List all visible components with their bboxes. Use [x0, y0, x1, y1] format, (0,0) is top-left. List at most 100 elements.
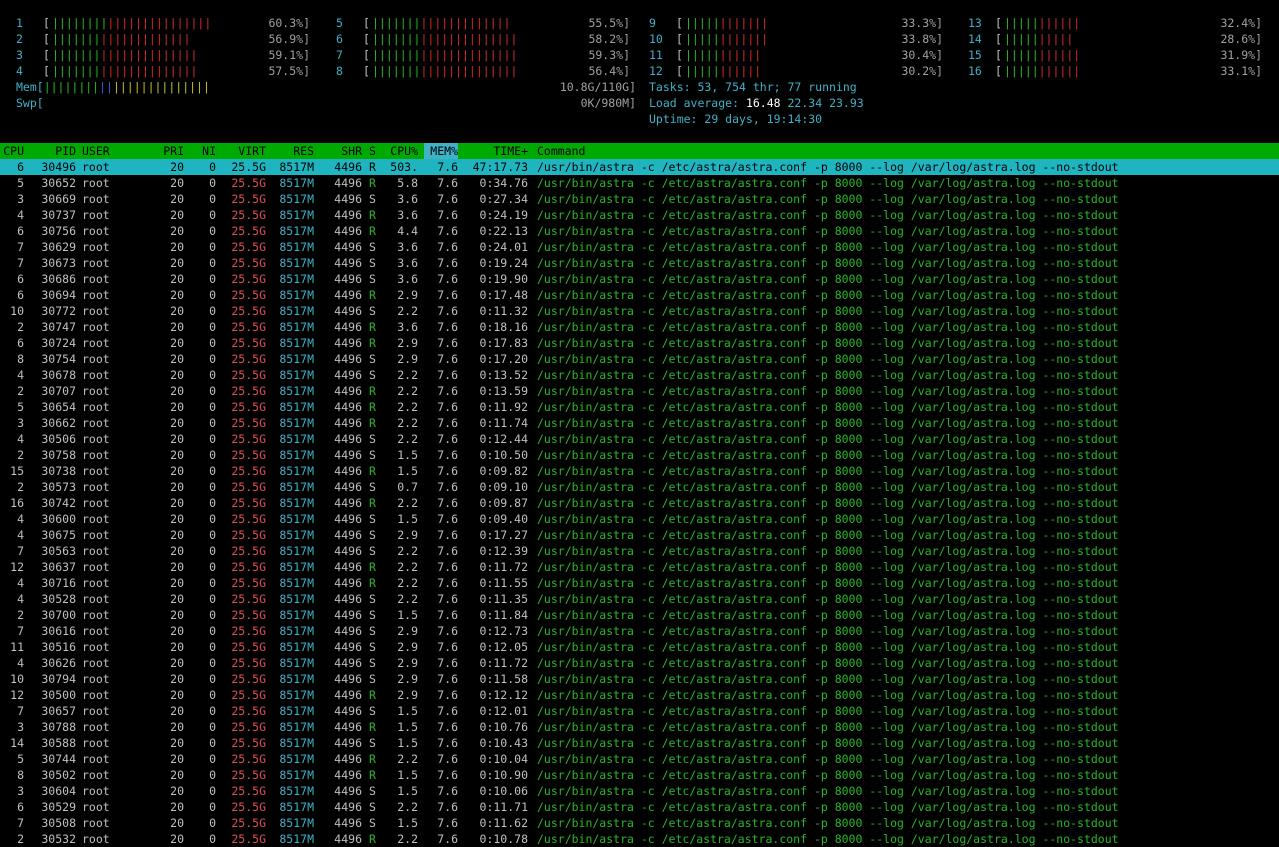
- cell-state: R: [369, 416, 376, 430]
- col-cpu-percent[interactable]: CPU%: [384, 143, 418, 159]
- table-row[interactable]: 5 30654 root 20 0 25.5G 8517M 4496 R 2.2 7.6 0:11.9…: [0, 399, 1279, 415]
- load-average-1: 16.48: [745, 96, 781, 110]
- col-virt[interactable]: VIRT: [224, 143, 266, 159]
- table-row[interactable]: 8 30502 root 20 0 25.5G 8517M 4496 R 1.5 7.6 0:10.9…: [0, 767, 1279, 783]
- cell-shr: 4496: [334, 432, 362, 446]
- table-row[interactable]: 7 30563 root 20 0 25.5G 8517M 4496 S 2.2 7.6 0:12.3…: [0, 543, 1279, 559]
- cell-ni: 0: [209, 176, 216, 190]
- table-row[interactable]: 7 30629 root 20 0 25.5G 8517M 4496 S 3.6 7.6 0:24.0…: [0, 239, 1279, 255]
- col-command[interactable]: Command: [537, 143, 585, 159]
- cpu-meter-label: 4: [16, 64, 23, 78]
- table-row[interactable]: 4 30626 root 20 0 25.5G 8517M 4496 S 2.9 7.6 0:11.7…: [0, 655, 1279, 671]
- cell-cpu: 8: [17, 352, 24, 366]
- cell-shr: 4496: [334, 384, 362, 398]
- table-row[interactable]: 4 30678 root 20 0 25.5G 8517M 4496 S 2.2 7.6 0:13.5…: [0, 367, 1279, 383]
- cpu-meter-11: 11 [||||||||||| 30.4%]: [633, 47, 943, 63]
- cell-virt: 25.5G: [231, 368, 266, 382]
- col-cpu[interactable]: CPU: [0, 143, 24, 159]
- table-row[interactable]: 14 30588 root 20 0 25.5G 8517M 4496 S 1.5 7.6 0:10.…: [0, 735, 1279, 751]
- cell-virt: 25.5G: [231, 432, 266, 446]
- col-user[interactable]: USER: [82, 143, 110, 159]
- table-row[interactable]: 3 30669 root 20 0 25.5G 8517M 4496 S 3.6 7.6 0:27.3…: [0, 191, 1279, 207]
- table-row[interactable]: 4 30528 root 20 0 25.5G 8517M 4496 S 2.2 7.6 0:11.3…: [0, 591, 1279, 607]
- col-time[interactable]: TIME+: [464, 143, 528, 159]
- table-row[interactable]: 2 30758 root 20 0 25.5G 8517M 4496 S 1.5 7.6 0:10.5…: [0, 447, 1279, 463]
- table-row[interactable]: 11 30516 root 20 0 25.5G 8517M 4496 S 2.9 7.6 0:12.…: [0, 639, 1279, 655]
- cell-pri: 20: [170, 464, 184, 478]
- table-row-selected[interactable]: 6 30496 root 20 0 25.5G 8517M 4496 R 503. 7.6 47:17…: [0, 159, 1279, 175]
- table-row[interactable]: 4 30737 root 20 0 25.5G 8517M 4496 R 3.6 7.6 0:24.1…: [0, 207, 1279, 223]
- col-shr[interactable]: SHR: [326, 143, 362, 159]
- cell-mem-percent: 7.6: [437, 432, 458, 446]
- col-ni[interactable]: NI: [190, 143, 216, 159]
- table-row[interactable]: 6 30686 root 20 0 25.5G 8517M 4496 S 3.6 7.6 0:19.9…: [0, 271, 1279, 287]
- cell-user: root: [82, 656, 110, 670]
- cpu-meter-bracket: [: [43, 64, 50, 78]
- cell-command: /usr/bin/astra -c /etc/astra/astra.conf …: [537, 624, 1119, 638]
- table-row[interactable]: 6 30724 root 20 0 25.5G 8517M 4496 R 2.9 7.6 0:17.8…: [0, 335, 1279, 351]
- col-mem-percent[interactable]: MEM%: [424, 143, 458, 159]
- cell-time: 0:10.90: [479, 768, 528, 782]
- col-res[interactable]: RES: [272, 143, 314, 159]
- table-row[interactable]: 12 30637 root 20 0 25.5G 8517M 4496 R 2.2 7.6 0:11.…: [0, 559, 1279, 575]
- table-row[interactable]: 5 30744 root 20 0 25.5G 8517M 4496 R 2.2 7.6 0:10.0…: [0, 751, 1279, 767]
- cell-time: 0:27.34: [479, 192, 528, 206]
- cell-res: 8517M: [279, 208, 314, 222]
- cell-pri: 20: [170, 704, 184, 718]
- table-row[interactable]: 10 30794 root 20 0 25.5G 8517M 4496 S 2.9 7.6 0:11.…: [0, 671, 1279, 687]
- table-row[interactable]: 2 30707 root 20 0 25.5G 8517M 4496 R 2.2 7.6 0:13.5…: [0, 383, 1279, 399]
- table-row[interactable]: 2 30747 root 20 0 25.5G 8517M 4496 R 3.6 7.6 0:18.1…: [0, 319, 1279, 335]
- table-row[interactable]: 7 30508 root 20 0 25.5G 8517M 4496 S 1.5 7.6 0:11.6…: [0, 815, 1279, 831]
- cell-ni: 0: [209, 336, 216, 350]
- cpu-meter-percent: 58.2%]: [588, 32, 630, 46]
- table-row[interactable]: 5 30652 root 20 0 25.5G 8517M 4496 R 5.8 7.6 0:34.7…: [0, 175, 1279, 191]
- cell-pri: 20: [170, 400, 184, 414]
- table-row[interactable]: 4 30716 root 20 0 25.5G 8517M 4496 R 2.2 7.6 0:11.5…: [0, 575, 1279, 591]
- col-pid[interactable]: PID: [26, 143, 76, 159]
- table-row[interactable]: 15 30738 root 20 0 25.5G 8517M 4496 R 1.5 7.6 0:09.…: [0, 463, 1279, 479]
- cell-cpu-percent: 1.5: [397, 464, 418, 478]
- cell-state: S: [369, 800, 376, 814]
- table-row[interactable]: 3 30788 root 20 0 25.5G 8517M 4496 R 1.5 7.6 0:10.7…: [0, 719, 1279, 735]
- col-pri[interactable]: PRI: [150, 143, 184, 159]
- cell-mem-percent: 7.6: [437, 608, 458, 622]
- table-row[interactable]: 12 30500 root 20 0 25.5G 8517M 4496 R 2.9 7.6 0:12.…: [0, 687, 1279, 703]
- cpu-meter-percent: 57.5%]: [268, 64, 310, 78]
- cell-ni: 0: [209, 352, 216, 366]
- cell-ni: 0: [209, 528, 216, 542]
- cell-virt: 25.5G: [231, 272, 266, 286]
- cell-cpu: 7: [17, 704, 24, 718]
- cell-virt: 25.5G: [231, 736, 266, 750]
- cell-command: /usr/bin/astra -c /etc/astra/astra.conf …: [537, 496, 1119, 510]
- table-row[interactable]: 3 30604 root 20 0 25.5G 8517M 4496 S 1.5 7.6 0:10.0…: [0, 783, 1279, 799]
- cell-virt: 25.5G: [231, 240, 266, 254]
- cell-time: 0:22.13: [479, 224, 528, 238]
- cell-res: 8517M: [279, 416, 314, 430]
- table-row[interactable]: 4 30675 root 20 0 25.5G 8517M 4496 S 2.9 7.6 0:17.2…: [0, 527, 1279, 543]
- cell-ni: 0: [209, 304, 216, 318]
- cell-shr: 4496: [334, 368, 362, 382]
- table-row[interactable]: 7 30673 root 20 0 25.5G 8517M 4496 S 3.6 7.6 0:19.2…: [0, 255, 1279, 271]
- table-row[interactable]: 6 30694 root 20 0 25.5G 8517M 4496 R 2.9 7.6 0:17.4…: [0, 287, 1279, 303]
- cell-shr: 4496: [334, 576, 362, 590]
- table-row[interactable]: 6 30529 root 20 0 25.5G 8517M 4496 S 2.2 7.6 0:11.7…: [0, 799, 1279, 815]
- cpu-meter-bar: |||||||||||||||||||||: [372, 48, 518, 62]
- cell-pid: 30669: [41, 192, 76, 206]
- table-row[interactable]: 2 30573 root 20 0 25.5G 8517M 4496 S 0.7 7.6 0:09.1…: [0, 479, 1279, 495]
- table-row[interactable]: 3 30662 root 20 0 25.5G 8517M 4496 R 2.2 7.6 0:11.7…: [0, 415, 1279, 431]
- table-row[interactable]: 8 30754 root 20 0 25.5G 8517M 4496 S 2.9 7.6 0:17.2…: [0, 351, 1279, 367]
- table-row[interactable]: 7 30657 root 20 0 25.5G 8517M 4496 S 1.5 7.6 0:12.0…: [0, 703, 1279, 719]
- table-row[interactable]: 7 30616 root 20 0 25.5G 8517M 4496 S 2.9 7.6 0:12.7…: [0, 623, 1279, 639]
- cell-command: /usr/bin/astra -c /etc/astra/astra.conf …: [537, 528, 1119, 542]
- table-row[interactable]: 10 30772 root 20 0 25.5G 8517M 4496 S 2.2 7.6 0:11.…: [0, 303, 1279, 319]
- table-row[interactable]: 4 30506 root 20 0 25.5G 8517M 4496 S 2.2 7.6 0:12.4…: [0, 431, 1279, 447]
- table-row[interactable]: 4 30600 root 20 0 25.5G 8517M 4496 S 1.5 7.6 0:09.4…: [0, 511, 1279, 527]
- table-row[interactable]: 16 30742 root 20 0 25.5G 8517M 4496 R 2.2 7.6 0:09.…: [0, 495, 1279, 511]
- table-row[interactable]: 2 30700 root 20 0 25.5G 8517M 4496 S 1.5 7.6 0:11.8…: [0, 607, 1279, 623]
- cpu-meter-percent: 33.8%]: [901, 32, 943, 46]
- cpu-meter-label: 14: [968, 32, 982, 46]
- cell-state: R: [369, 496, 376, 510]
- table-row[interactable]: 6 30756 root 20 0 25.5G 8517M 4496 R 4.4 7.6 0:22.1…: [0, 223, 1279, 239]
- col-state[interactable]: S: [369, 143, 379, 159]
- cell-shr: 4496: [334, 544, 362, 558]
